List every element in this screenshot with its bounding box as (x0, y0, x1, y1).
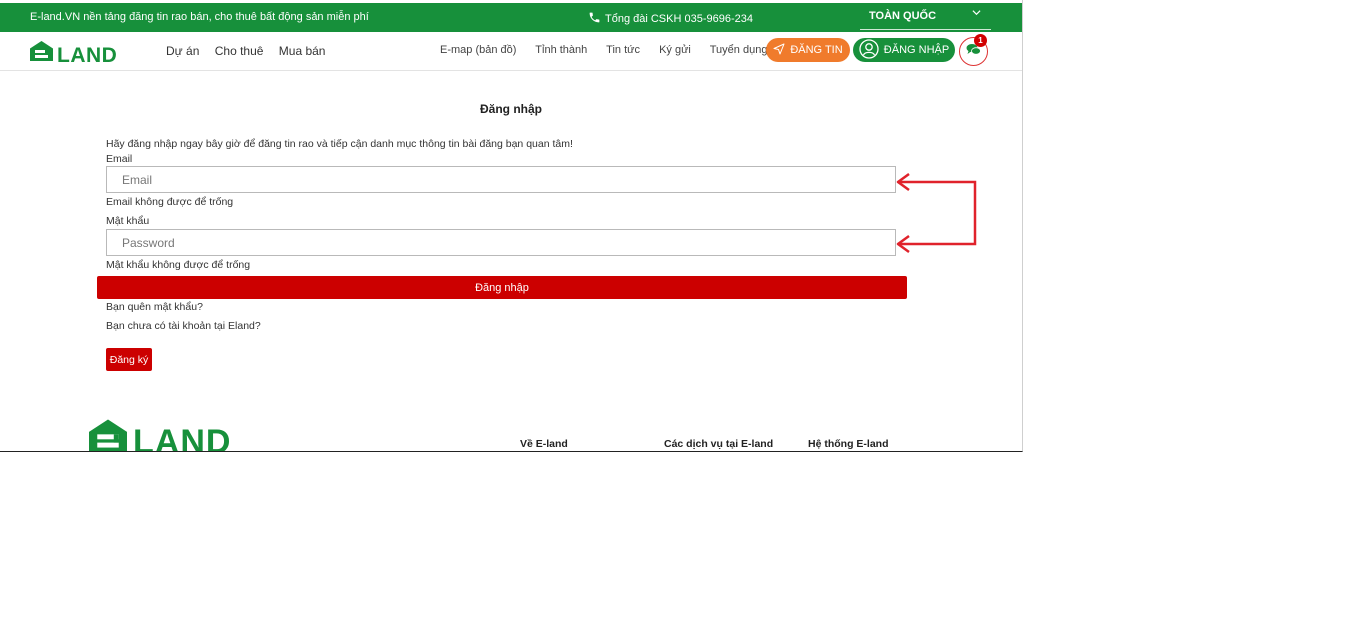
footer-heading-system: Hệ thống E-land (808, 438, 889, 450)
paper-plane-icon (773, 43, 785, 58)
password-label: Mật khẩu (106, 215, 150, 227)
house-logo-icon (30, 41, 53, 66)
house-logo-icon (89, 419, 127, 451)
nav-tin-tuc[interactable]: Tin tức (606, 44, 640, 56)
phone-icon (588, 11, 601, 27)
footer-heading-about: Về E-land (520, 438, 568, 450)
top-bar: E-land.VN nền tảng đăng tin rao bán, cho… (0, 3, 1022, 32)
email-label: Email (106, 153, 133, 165)
login-nav-label: ĐĂNG NHẬP (883, 44, 950, 56)
no-account-text: Bạn chưa có tài khoản tại Eland? (106, 320, 261, 332)
nav-cho-thue[interactable]: Cho thuê (215, 44, 264, 58)
page-title: Đăng nhập (480, 102, 542, 116)
footer-logo[interactable]: LAND (89, 419, 232, 452)
promo-text: E-land.VN nền tảng đăng tin rao bán, cho… (30, 11, 369, 23)
password-error: Mật khẩu không được để trống (106, 259, 251, 271)
hotline[interactable]: Tổng đài CSKH 035-9696-234 (588, 11, 753, 27)
nav-tinh-thanh[interactable]: Tỉnh thành (535, 44, 587, 56)
hotline-text: Tổng đài CSKH 035-9696-234 (605, 13, 753, 25)
annotation-connector (900, 180, 977, 246)
password-field[interactable] (106, 229, 896, 256)
browser-viewport: E-land.VN nền tảng đăng tin rao bán, cho… (0, 0, 1023, 452)
nav-ky-gui[interactable]: Ký gửi (659, 44, 691, 56)
nav-du-an[interactable]: Dự án (166, 44, 199, 58)
chat-count-badge: 1 (974, 34, 987, 47)
footer-logo-text: LAND (133, 423, 232, 452)
forgot-password-link[interactable]: Bạn quên mật khẩu? (106, 301, 203, 313)
nav-emap[interactable]: E-map (bản đồ) (440, 44, 516, 56)
post-listing-label: ĐĂNG TIN (790, 44, 843, 56)
email-field[interactable] (106, 166, 896, 193)
login-nav-button[interactable]: ĐĂNG NHẬP (853, 38, 955, 62)
login-intro-text: Hãy đăng nhập ngay bây giờ để đăng tin r… (106, 138, 573, 150)
email-error: Email không được để trống (106, 196, 234, 208)
annotation-arrowhead-password (896, 234, 910, 254)
login-submit-button[interactable]: Đăng nhập (97, 276, 907, 299)
register-button[interactable]: Đăng ký (106, 348, 152, 371)
chevron-down-icon (972, 8, 981, 20)
user-icon (859, 38, 879, 62)
nav-mua-ban[interactable]: Mua bán (279, 44, 326, 58)
annotation-arrowhead-email (896, 172, 910, 192)
footer-heading-services: Các dịch vụ tại E-land (664, 438, 774, 450)
logo-text: LAND (57, 44, 118, 67)
nav-tuyen-dung[interactable]: Tuyển dụng (710, 44, 768, 56)
main-nav: Dự án Cho thuê Mua bán (166, 44, 337, 58)
post-listing-button[interactable]: ĐĂNG TIN (766, 38, 850, 62)
region-label: TOÀN QUỐC (869, 10, 937, 22)
eland-logo[interactable]: LAND (30, 41, 117, 66)
secondary-nav: E-map (bản đồ) Tỉnh thành Tin tức Ký gửi… (440, 44, 783, 56)
region-select[interactable]: TOÀN QUỐC (860, 3, 991, 30)
main-navbar: LAND Dự án Cho thuê Mua bán E-map (bản đ… (0, 32, 1022, 71)
